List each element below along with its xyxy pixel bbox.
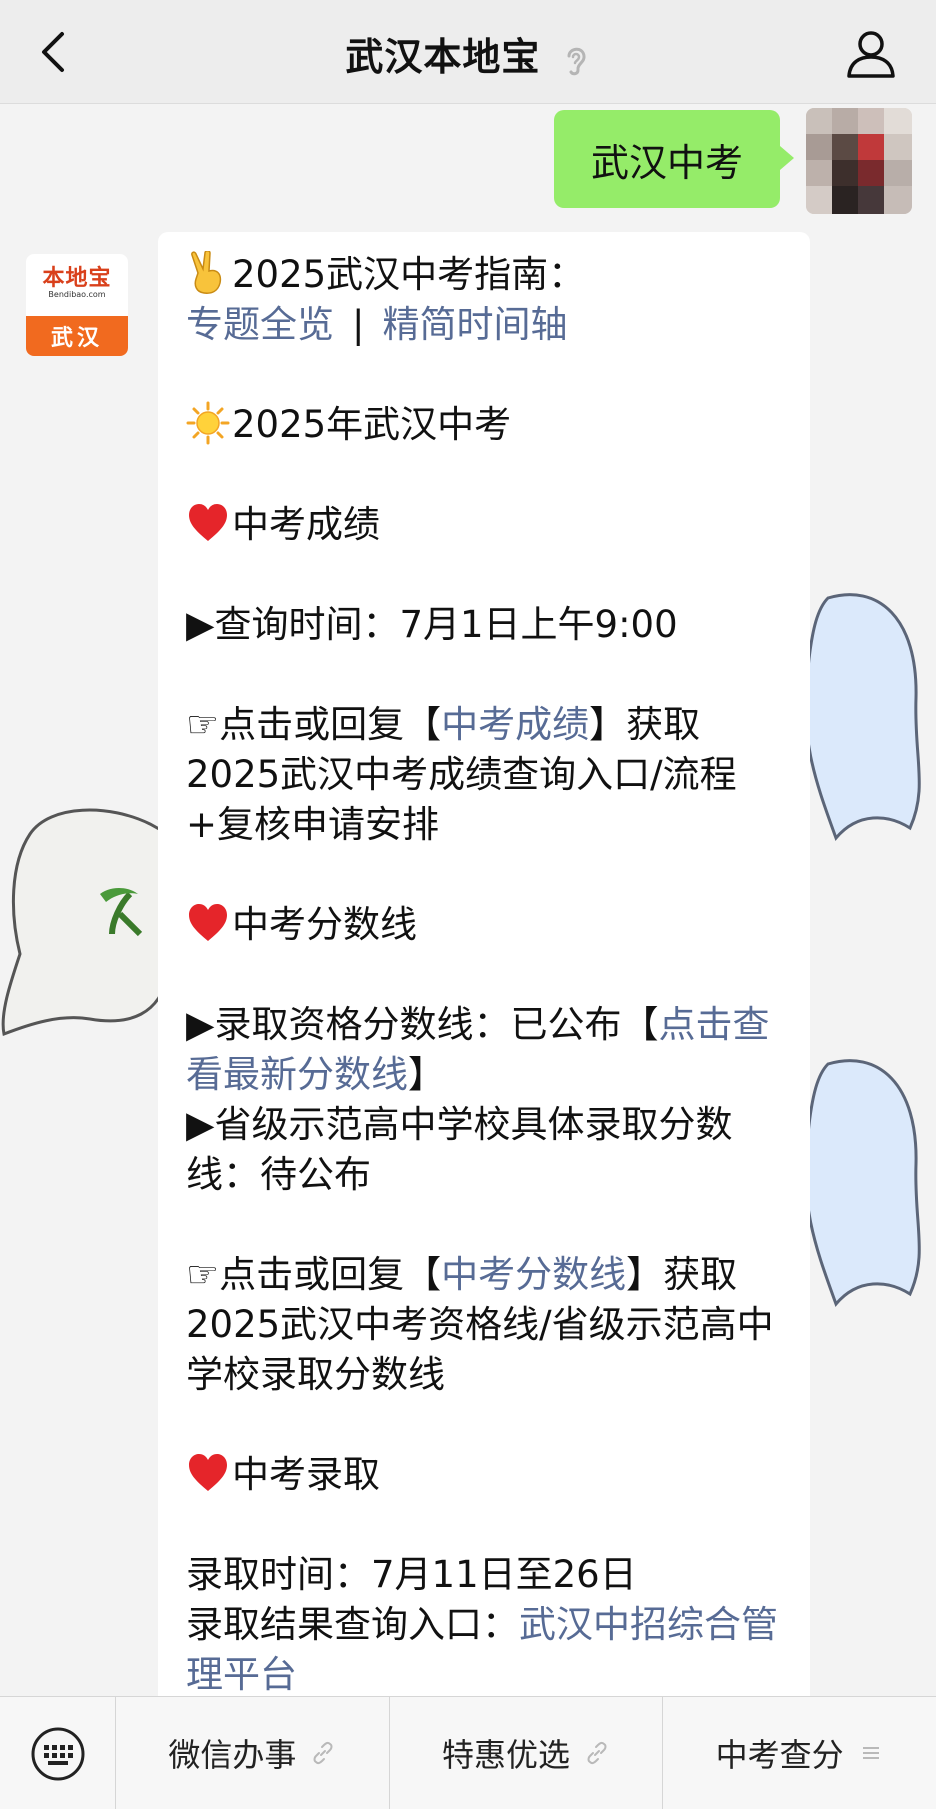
sticker-left-mid — [1, 808, 170, 1037]
admission-result-prefix: 录取结果查询入口： — [186, 1603, 519, 1646]
cutoff-line1-suffix: 】 — [408, 1053, 445, 1096]
cutoff-link[interactable]: 中考分数线 — [441, 1253, 626, 1296]
sun-icon — [186, 401, 230, 445]
timeline-link[interactable]: 精简时间轴 — [382, 303, 567, 346]
cutoff-tip-prefix: ☞点击或回复【 — [186, 1253, 442, 1296]
user-avatar[interactable] — [806, 108, 912, 214]
chat-title: 武汉本地宝 — [345, 35, 541, 79]
scores-query-time: ▶查询时间：7月1日上午9:00 — [186, 603, 678, 646]
menu-item-label: 特惠优选 — [442, 1736, 571, 1774]
user-message-bubble[interactable]: 武汉中考 — [554, 110, 794, 208]
bot-avatar-domain: Bendibao.com — [48, 290, 106, 299]
victory-hand-icon — [191, 251, 222, 294]
chat-title-wrap: 武汉本地宝 — [0, 26, 936, 81]
cutoff-tip: ☞点击或回复【中考分数线】获取2025武汉中考资格线/省级示范高中学校录取分数线 — [186, 1250, 782, 1400]
top-bar: 武汉本地宝 — [0, 0, 936, 104]
bot-message-bubble: 2025武汉中考指南： 专题全览 | 精简时间轴 2025年武汉中考 中考成绩 — [158, 232, 810, 1696]
scores-tip: ☞点击或回复【中考成绩】获取2025武汉中考成绩查询入口/流程+复核申请安排 — [186, 700, 782, 850]
bot-avatar[interactable]: 本地宝 Bendibao.com 武汉 — [26, 254, 128, 356]
link-icon — [587, 1741, 607, 1765]
bot-avatar-city: 武汉 — [26, 316, 128, 356]
link-icon — [313, 1741, 333, 1765]
scores-link[interactable]: 中考成绩 — [441, 703, 589, 746]
admission-result: 录取结果查询入口：武汉中招综合管理平台 — [186, 1600, 782, 1696]
menu-item-label: 微信办事 — [168, 1736, 297, 1774]
keyboard-icon — [31, 1727, 84, 1780]
menu-item-special-offers[interactable]: 特惠优选 — [390, 1697, 664, 1809]
cutoff-heading: 中考分数线 — [232, 903, 417, 946]
scores-tip-prefix: ☞点击或回复【 — [186, 703, 442, 746]
admission-time: 录取时间：7月11日至26日 — [186, 1553, 637, 1596]
user-message-text: 武汉中考 — [590, 140, 743, 185]
cutoff-heading-line: 中考分数线 — [186, 900, 782, 950]
exam-heading: 2025年武汉中考 — [232, 403, 512, 446]
sticker-right-top — [803, 593, 921, 841]
menu-item-score-query[interactable]: 中考查分 — [663, 1697, 936, 1809]
overview-link[interactable]: 专题全览 — [186, 303, 334, 346]
guide-title: 2025武汉中考指南： — [232, 253, 586, 296]
exam-heading-line: 2025年武汉中考 — [186, 400, 782, 450]
link-separator: | — [352, 303, 365, 346]
bot-avatar-logo: 本地宝 Bendibao.com — [26, 254, 128, 312]
menu-item-wechat-services[interactable]: 微信办事 — [116, 1697, 390, 1809]
guide-title-line: 2025武汉中考指南： — [186, 250, 782, 300]
menu-lines-icon — [862, 1747, 879, 1759]
scores-heading: 中考成绩 — [232, 503, 380, 546]
ear-icon — [567, 47, 586, 75]
heart-icon — [189, 904, 227, 941]
admission-heading: 中考录取 — [232, 1453, 380, 1496]
sticker-right-bottom — [803, 1059, 921, 1307]
cutoff-line1-prefix: ▶录取资格分数线：已公布【 — [186, 1003, 659, 1046]
bot-avatar-brand: 本地宝 — [42, 265, 112, 291]
keyboard-toggle-button[interactable] — [0, 1697, 116, 1809]
menu-item-label: 中考查分 — [715, 1736, 844, 1774]
heart-icon — [189, 1454, 227, 1491]
profile-icon[interactable] — [842, 24, 900, 82]
heart-icon — [189, 504, 227, 541]
cutoff-line2: ▶省级示范高中学校具体录取分数线：待公布 — [186, 1103, 733, 1196]
cutoff-line1: ▶录取资格分数线：已公布【点击查看最新分数线】 — [186, 1000, 782, 1100]
chat-area[interactable]: 武汉中考 本地宝 Bendibao.com 武汉 2025武汉中考指南： 专题全… — [0, 104, 936, 1696]
guide-links-line: 专题全览 | 精简时间轴 — [186, 300, 782, 350]
bottom-menu-bar: 微信办事 特惠优选 中考查分 — [0, 1696, 936, 1809]
scores-heading-line: 中考成绩 — [186, 500, 782, 550]
admission-heading-line: 中考录取 — [186, 1450, 782, 1500]
